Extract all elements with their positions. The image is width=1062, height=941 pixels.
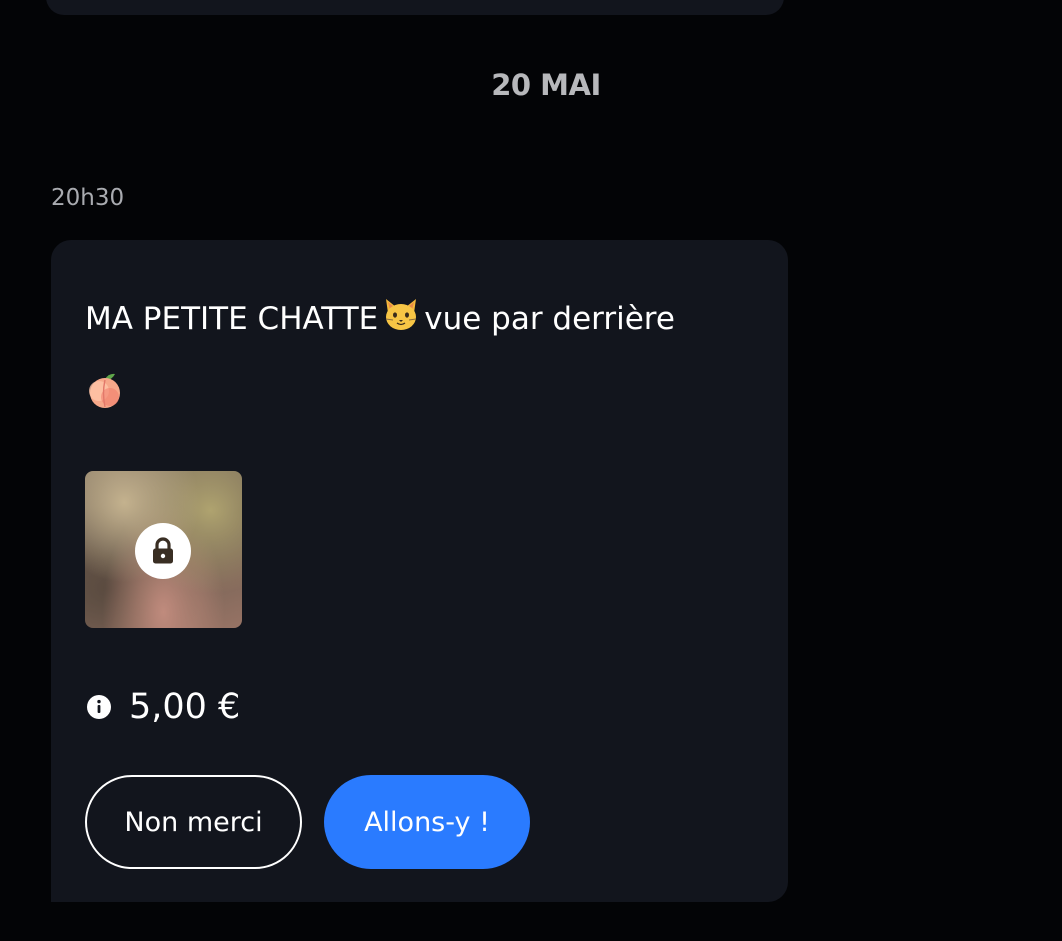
message-timestamp: 20h30 xyxy=(51,185,125,211)
previous-message-bubble xyxy=(46,0,784,15)
message-text: MA PETITE CHATTE vue par derrière xyxy=(85,284,765,428)
cat-face-emoji-icon xyxy=(382,288,420,358)
date-separator: 20 MAI xyxy=(491,68,601,102)
info-icon[interactable] xyxy=(87,695,111,719)
lock-badge xyxy=(135,523,191,579)
message-text-part-1: MA PETITE CHATTE xyxy=(85,301,379,337)
chat-thread: 20 MAI 20h30 MA PETITE CHATTE vue par de… xyxy=(0,0,1062,941)
decline-button[interactable]: Non merci xyxy=(85,775,302,869)
accept-button[interactable]: Allons-y ! xyxy=(324,775,530,869)
price-row: 5,00 € xyxy=(87,684,240,730)
price-label: 5,00 € xyxy=(129,687,241,727)
lock-icon xyxy=(153,537,173,564)
peach-emoji-icon xyxy=(85,358,765,428)
locked-media-thumbnail[interactable] xyxy=(85,471,242,628)
message-text-part-2: vue par derrière xyxy=(424,301,675,337)
paid-message-bubble: MA PETITE CHATTE vue par derrière 5,00 €… xyxy=(51,240,788,902)
